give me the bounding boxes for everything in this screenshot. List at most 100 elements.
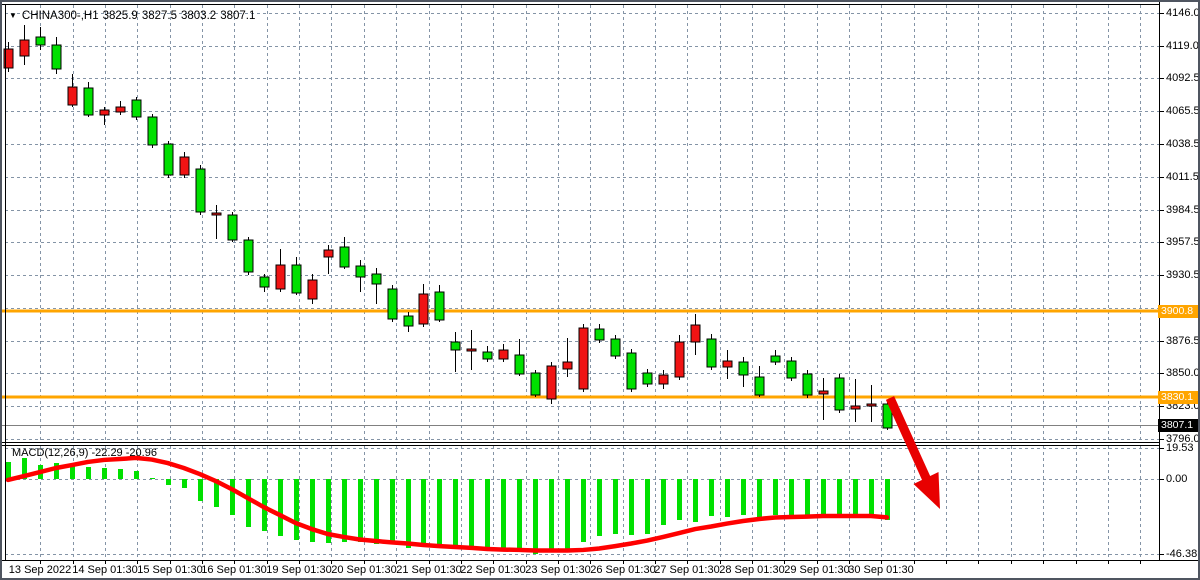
macd-histogram-bar: [118, 469, 123, 479]
macd-histogram-bar: [789, 479, 794, 517]
macd-histogram-bar: [278, 479, 283, 536]
candle-body: [404, 316, 413, 326]
macd-histogram-bar: [294, 479, 299, 540]
candle: [675, 335, 684, 380]
macd-histogram-bar: [150, 478, 155, 479]
macd-signal-line: [8, 458, 887, 551]
macd-histogram-bar: [853, 479, 858, 517]
macd-histogram-bar: [757, 479, 762, 517]
macd-histogram-bar: [661, 479, 666, 525]
macd-histogram-bar: [885, 479, 890, 520]
low-value: 3803.2: [181, 10, 216, 22]
price-tick-label: 4065.5: [1166, 105, 1200, 117]
macd-histogram-bar: [421, 479, 426, 545]
macd-histogram-bar: [549, 479, 554, 551]
candle-body: [851, 406, 860, 409]
candle: [579, 324, 588, 392]
candle: [803, 370, 812, 398]
macd-histogram-bar: [741, 479, 746, 515]
candle-body: [68, 87, 77, 105]
macd-histogram-bar: [581, 479, 586, 542]
candle: [611, 335, 620, 359]
candle-body: [388, 289, 397, 319]
candle: [116, 101, 125, 115]
candle: [20, 25, 29, 65]
candle-body: [643, 373, 652, 384]
candle-body: [675, 342, 684, 377]
candle-body: [244, 240, 253, 272]
collapse-caret-icon[interactable]: ▼: [9, 11, 17, 20]
price-tick-label: 4038.5: [1166, 138, 1200, 150]
candle-body: [419, 294, 428, 324]
chart-canvas[interactable]: [2, 2, 1200, 580]
candle-body: [531, 373, 540, 395]
macd-histogram-bar: [597, 479, 602, 536]
candle: [467, 330, 476, 370]
macd-histogram-bar: [406, 479, 411, 548]
candle-body: [515, 355, 524, 374]
macd-histogram-bar: [565, 479, 570, 552]
current-price-badge: 3807.1: [1158, 419, 1199, 432]
price-tick-label: 4011.5: [1166, 171, 1199, 183]
candle: [148, 114, 157, 148]
macd-histogram-bar: [166, 479, 171, 485]
candle-body: [611, 339, 620, 356]
candle: [707, 334, 716, 370]
resistance-level-badge: 3900.8: [1158, 305, 1199, 318]
macd-histogram-bar: [134, 471, 139, 479]
candle: [595, 324, 604, 343]
price-tick-label: 3984.5: [1166, 204, 1200, 216]
candle: [691, 314, 700, 355]
macd-histogram-bar: [709, 479, 714, 516]
macd-histogram-bar: [198, 479, 203, 501]
price-tick-label: 3957.5: [1166, 236, 1200, 248]
candle: [451, 332, 460, 372]
macd-histogram-bar: [310, 479, 315, 542]
macd-histogram-bar: [645, 479, 650, 534]
symbol-period-label: CHINA300-,H1: [22, 10, 99, 22]
candle-body: [148, 117, 157, 145]
candle-body: [483, 352, 492, 359]
candle-body: [324, 250, 333, 257]
candle: [819, 378, 828, 420]
macd-name: MACD(12,26,9): [12, 447, 88, 459]
candle: [68, 74, 77, 107]
macd-histogram-bar: [6, 462, 11, 479]
candle-body: [84, 88, 93, 115]
candle: [643, 369, 652, 387]
candle: [739, 357, 748, 387]
macd-histogram-bar: [358, 479, 363, 542]
candle-body: [196, 169, 205, 212]
macd-histogram-bar: [246, 479, 251, 527]
open-value: 3825.9: [103, 10, 138, 22]
macd-histogram-bar: [342, 479, 347, 542]
candle-body: [180, 157, 189, 175]
chart-window: ▼CHINA300-,H13825.93827.53803.23807.1 MA…: [0, 0, 1200, 580]
candle: [835, 374, 844, 413]
candle: [787, 357, 796, 381]
candle: [483, 346, 492, 362]
close-value: 3807.1: [220, 10, 255, 22]
candle: [164, 141, 173, 178]
candle-body: [707, 339, 716, 367]
candle-body: [356, 266, 365, 277]
macd-histogram-bar: [629, 479, 634, 535]
candle-body: [627, 353, 636, 389]
candle: [292, 257, 301, 295]
candle: [196, 165, 205, 215]
candle-body: [20, 40, 29, 56]
macd-histogram-bar: [86, 467, 91, 479]
candle: [771, 350, 780, 365]
macd-histogram-bar: [485, 479, 490, 549]
candle-body: [691, 325, 700, 342]
macd-tick-label: 19.53: [1166, 442, 1194, 454]
price-tick-label: 3850.0: [1166, 367, 1200, 379]
macd-histogram-bar: [437, 479, 442, 546]
macd-histogram-bar: [821, 479, 826, 516]
candle: [499, 344, 508, 362]
macd-histogram-bar: [533, 479, 538, 554]
price-tick-label: 3930.5: [1166, 269, 1200, 281]
candle: [531, 370, 540, 397]
candle: [867, 385, 876, 422]
macd-histogram-bar: [805, 479, 810, 518]
